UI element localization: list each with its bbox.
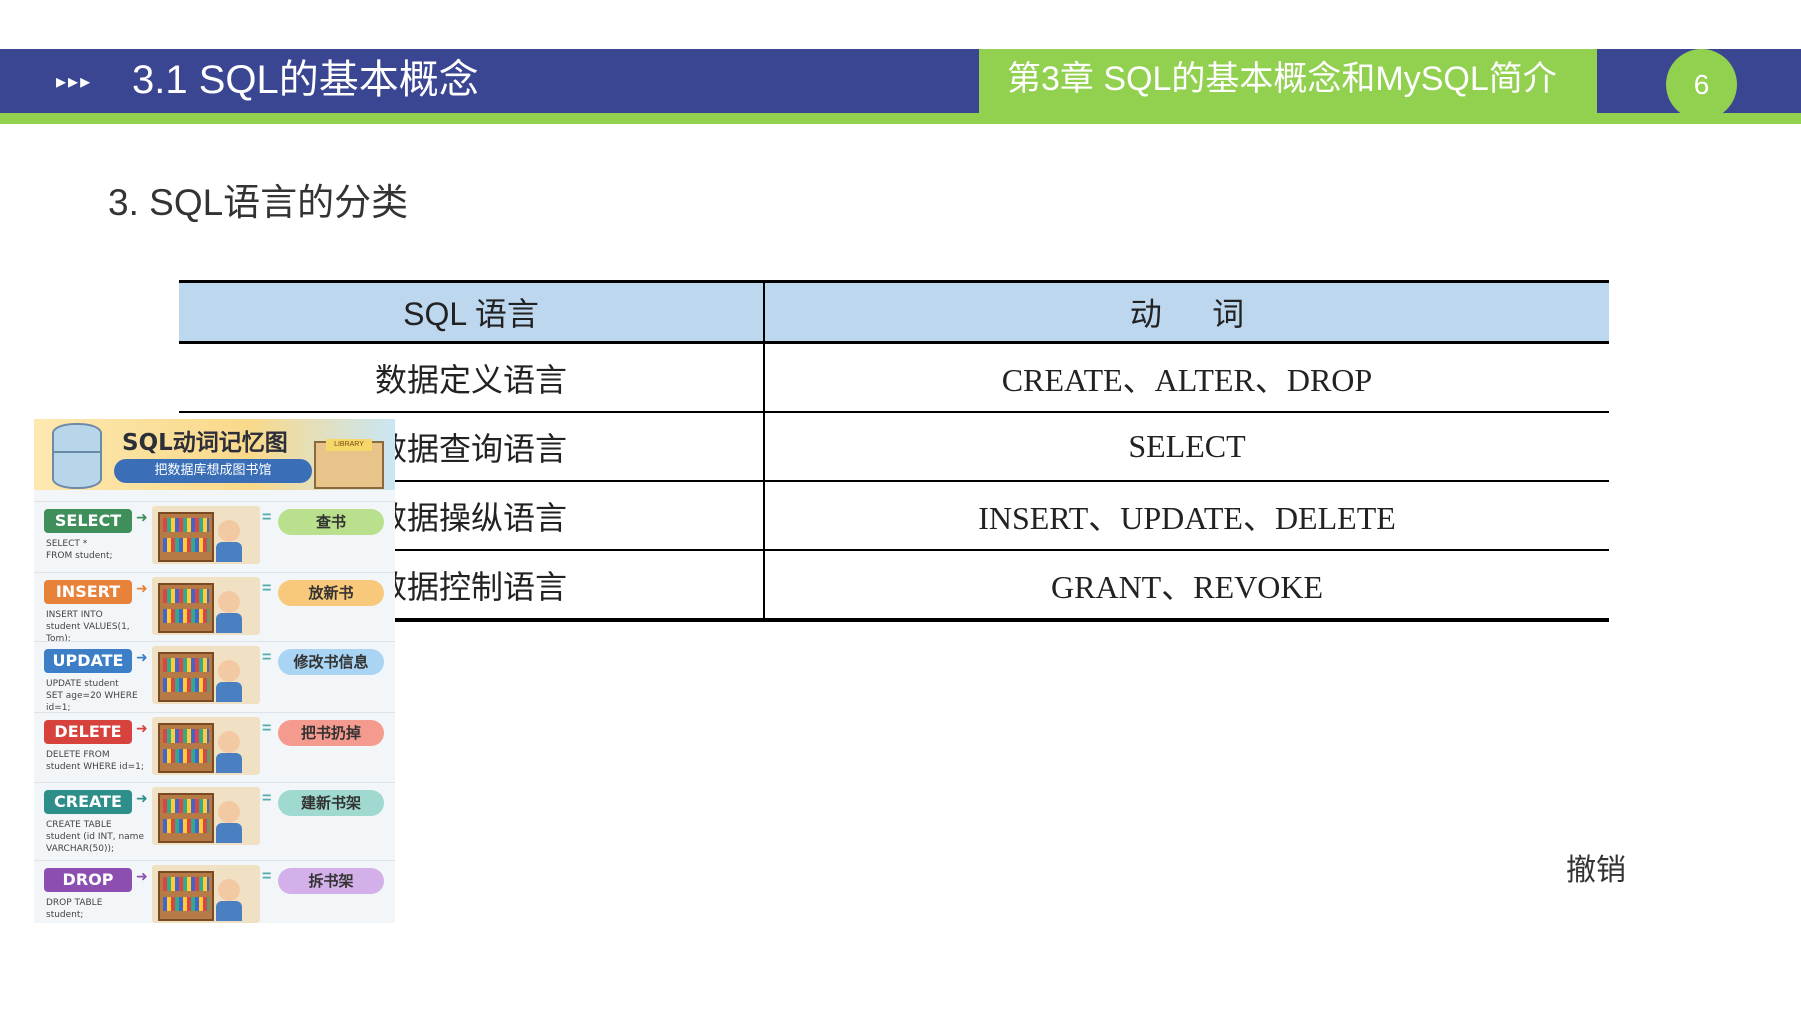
page-title: 3. SQL语言的分类: [108, 182, 409, 223]
bookshelf-icon: [158, 871, 214, 921]
bookshelf-icon: [158, 512, 214, 562]
person-icon: [216, 660, 242, 702]
arrow-right-icon: ➜: [136, 790, 148, 806]
table-header-row: SQL 语言 动 词: [179, 280, 1609, 344]
triple-arrow-icon: ▸▸▸: [56, 71, 93, 93]
column-header-language: SQL 语言: [179, 280, 765, 344]
verbs-cell: SELECT: [764, 412, 1609, 482]
equals-icon: =: [262, 868, 272, 885]
infographic-row: CREATE ➜ CREATE TABLE student (id INT, nam…: [34, 782, 395, 854]
sql-verb-label: DELETE: [44, 720, 132, 744]
sql-example-code: SELECT * FROM student;: [46, 539, 113, 561]
sql-example-code: INSERT INTO student VALUES(1, Tom);: [46, 610, 130, 644]
verb-meaning-pill: 拆书架: [278, 868, 384, 894]
equals-icon: =: [262, 580, 272, 597]
page-number-badge: 6: [1666, 49, 1737, 120]
sql-example-code: DROP TABLE student;: [46, 898, 103, 920]
sql-verb-label: UPDATE: [44, 649, 132, 673]
arrow-right-icon: ➜: [136, 509, 148, 525]
sql-example-code: DELETE FROM student WHERE id=1;: [46, 750, 144, 772]
bookshelf-icon: [158, 583, 214, 633]
sql-verb-memory-infographic: SQL动词记忆图 把数据库想成图书馆 LIBRARY SELECT ➜ SELECT…: [34, 419, 395, 923]
infographic-row: DROP ➜ DROP TABLE student; = 拆书架: [34, 860, 395, 923]
bookshelf-icon: [158, 793, 214, 843]
sql-verb-label: SELECT: [44, 509, 132, 533]
verbs-cell: GRANT、REVOKE: [764, 550, 1609, 622]
sql-example-code: CREATE TABLE student (id INT, name VARCH…: [46, 820, 144, 854]
infographic-row: UPDATE ➜ UPDATE student SET age=20 WHERE i…: [34, 641, 395, 713]
sql-verb-label: INSERT: [44, 580, 132, 604]
equals-icon: =: [262, 509, 272, 526]
infographic-row: DELETE ➜ DELETE FROM student WHERE id=1; = 把…: [34, 712, 395, 781]
infographic-title: SQL动词记忆图: [122, 430, 288, 456]
infographic-row: INSERT ➜ INSERT INTO student VALUES(1, Tom…: [34, 572, 395, 644]
library-illustration: [152, 865, 260, 923]
verb-meaning-pill: 修改书信息: [278, 649, 384, 675]
equals-icon: =: [262, 649, 272, 666]
bookshelf-icon: [158, 723, 214, 773]
table-row: 数据定义语言 CREATE、ALTER、DROP: [179, 342, 1609, 413]
equals-icon: =: [262, 790, 272, 807]
language-cell: 数据定义语言: [179, 342, 765, 413]
chapter-title: 第3章 SQL的基本概念和MySQL简介: [979, 49, 1597, 113]
person-icon: [216, 801, 242, 843]
library-illustration: [152, 787, 260, 845]
verbs-cell: CREATE、ALTER、DROP: [764, 342, 1609, 413]
verb-meaning-pill: 把书扔掉: [278, 720, 384, 746]
library-tag: LIBRARY: [326, 439, 372, 451]
section-header-title: 3.1 SQL的基本概念: [132, 58, 479, 102]
sql-example-code: UPDATE student SET age=20 WHERE id=1;: [46, 679, 138, 713]
arrow-right-icon: ➜: [136, 720, 148, 736]
column-header-verbs: 动 词: [764, 280, 1609, 344]
arrow-right-icon: ➜: [136, 868, 148, 884]
bookshelf-icon: [158, 652, 214, 702]
verb-meaning-pill: 建新书架: [278, 790, 384, 816]
infographic-row: SELECT ➜ SELECT * FROM student; = 查书: [34, 501, 395, 570]
equals-icon: =: [262, 720, 272, 737]
header-accent-line: [0, 113, 1801, 124]
sql-verb-label: CREATE: [44, 790, 132, 814]
person-icon: [216, 879, 242, 921]
arrow-right-icon: ➜: [136, 580, 148, 596]
person-icon: [216, 591, 242, 633]
verb-meaning-pill: 查书: [278, 509, 384, 535]
library-illustration: [152, 646, 260, 704]
verbs-cell: INSERT、UPDATE、DELETE: [764, 481, 1609, 551]
person-icon: [216, 731, 242, 773]
library-illustration: [152, 506, 260, 564]
revoke-note: 撤销: [1566, 853, 1626, 888]
sql-verb-label: DROP: [44, 868, 132, 892]
library-illustration: [152, 717, 260, 775]
verb-meaning-pill: 放新书: [278, 580, 384, 606]
person-icon: [216, 520, 242, 562]
infographic-subtitle: 把数据库想成图书馆: [114, 459, 312, 483]
database-mascot-icon: [52, 423, 102, 489]
arrow-right-icon: ➜: [136, 649, 148, 665]
library-illustration: [152, 577, 260, 635]
